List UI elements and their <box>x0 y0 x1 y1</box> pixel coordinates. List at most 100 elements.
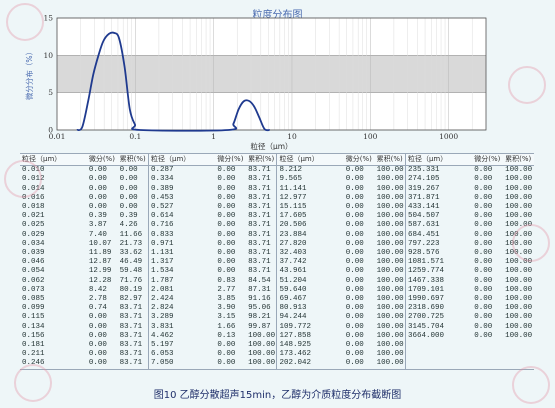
table-cell: 2.824 <box>147 304 216 314</box>
table-cell: 0.039 <box>22 249 45 258</box>
table-cell: 0.00 <box>474 331 493 340</box>
table-cell: 0.00 <box>345 203 364 212</box>
table-cell: 83.71 <box>248 175 271 184</box>
table-cell: 100.00 <box>376 239 404 248</box>
table-cell: 0.00 <box>217 350 236 359</box>
y-tick-label: 0 <box>48 126 53 135</box>
table-cell: 0.00 <box>345 249 364 258</box>
table-cell: 0.00 <box>474 230 493 239</box>
table-cell: 371.871 <box>404 193 473 204</box>
table-cell: 100.00 <box>376 341 404 350</box>
table-row: 0.014 0.00 0.00 0.389 0.00 83.71 11.141 0.00 100… <box>20 184 534 194</box>
table-cell: 0.00 <box>474 267 493 276</box>
table-header-row: 粒径（μm） 微分(%) 累积(%) 粒径（μm） 微分(%) 累积(%) 粒径（μm） 微分… <box>20 152 534 167</box>
table-cell: 504.507 <box>404 212 473 222</box>
table-header-cell: 粒径（μm） <box>404 152 473 167</box>
table-cell: 0.00 <box>217 239 236 248</box>
table-cell: 83.71 <box>119 331 143 340</box>
table-cell: 2.78 <box>88 295 107 304</box>
table-cell: 0.453 <box>147 193 216 204</box>
table-cell: 0.00 <box>86 359 118 370</box>
table-cell: 100.00 <box>505 184 533 193</box>
table-cell: 83.71 <box>248 249 271 258</box>
table-cell: 20.506 <box>276 221 344 231</box>
table-row: 0.115 0.00 83.71 3.289 3.15 98.21 94.244 0.00 10… <box>20 313 534 323</box>
table-cell: 0.83 <box>217 276 236 285</box>
table-cell: 100.00 <box>376 322 404 331</box>
table-cell: 100.00 <box>376 184 404 193</box>
table-cell: 4.26 <box>119 221 138 230</box>
table-cell: 0.00 <box>217 193 236 202</box>
table-row: 0.054 12.99 59.48 1.534 0.00 83.71 43.961 0.00 1… <box>20 267 534 277</box>
table-cell: 0.00 <box>345 341 364 350</box>
table-cell: 2.081 <box>147 285 216 296</box>
table-row: 0.246 0.00 83.71 7.050 0.00 100.00 202.042 0.00… <box>20 359 534 370</box>
watermark-stamp-icon <box>6 3 44 41</box>
page: 粒度分布图 0.01 0.1 1 10 100 1000 0 5 10 15 粒径（μm） 微分分布（… <box>0 0 555 408</box>
table-cell: 0.971 <box>147 239 216 250</box>
table-cell: 0.00 <box>88 184 107 193</box>
table-cell: 59.48 <box>119 267 143 276</box>
table-cell: 59.640 <box>276 285 344 296</box>
watermark-stamp-icon <box>512 366 550 404</box>
table-cell: 100.00 <box>376 304 404 313</box>
table-cell: 0.00 <box>119 193 138 202</box>
y-axis-label: 微分分布（%） <box>24 48 34 100</box>
table-cell: 83.71 <box>248 203 271 212</box>
table-cell: 3.15 <box>217 313 236 322</box>
table-cell: 587.631 <box>404 221 473 231</box>
table-cell: 0.00 <box>217 203 236 212</box>
table-cell: 100.00 <box>376 230 404 239</box>
table-row: 0.034 10.07 21.73 0.971 0.00 83.71 27.820 0.00 1… <box>20 239 534 250</box>
table-cell: 0.00 <box>345 267 364 276</box>
table-cell: 33.62 <box>119 249 143 258</box>
table-cell: 0.00 <box>474 313 493 322</box>
table-cell: 95.06 <box>248 304 271 313</box>
table-cell: 0.00 <box>345 331 364 340</box>
table-cell: 274.105 <box>404 175 473 185</box>
table-cell: 100.00 <box>505 212 533 221</box>
table-header-cell: 累积(%) <box>503 152 534 167</box>
y-tick-label: 10 <box>43 51 53 60</box>
table-cell: 0.021 <box>22 212 45 221</box>
table-cell: 100.00 <box>376 166 404 175</box>
table-cell: 0.00 <box>88 341 107 350</box>
table-cell: 0.39 <box>119 212 138 221</box>
table-header-cell: 累积(%) <box>246 152 277 167</box>
table-cell: 0.00 <box>345 322 364 331</box>
table-cell: 0.025 <box>22 221 45 230</box>
table-cell: 0.046 <box>22 258 45 267</box>
table-cell: 100.00 <box>505 331 533 340</box>
table-cell: 51.204 <box>276 276 344 286</box>
table-cell: 99.87 <box>248 322 271 331</box>
watermark-stamp-icon <box>4 160 42 198</box>
x-tick-label: 1 <box>211 132 216 141</box>
table-cell: 91.16 <box>248 295 271 304</box>
table-cell: 100.00 <box>376 203 404 212</box>
table-cell: 0.00 <box>345 239 364 248</box>
table-cell: 0.00 <box>119 184 138 193</box>
table-cell: 0.00 <box>88 331 107 340</box>
table-cell: 83.71 <box>248 193 271 202</box>
table-cell: 80.913 <box>276 304 344 314</box>
table-header-cell: 累积(%) <box>374 152 406 167</box>
table-cell: 3.87 <box>88 221 107 230</box>
table-header-cell: 微分(%) <box>472 152 504 167</box>
table-cell: 0.00 <box>345 212 364 221</box>
table-header-cell: 微分(%) <box>343 152 375 167</box>
table-cell: 23.884 <box>276 230 344 240</box>
table-cell: 100.00 <box>248 331 276 340</box>
table-cell: 148.925 <box>276 341 344 351</box>
table-cell: 100.00 <box>505 313 533 322</box>
table-row: 0.039 11.89 33.62 1.131 0.00 83.71 32.403 0.00 1… <box>20 249 534 259</box>
figure-caption: 图10 乙醇分散超声15min，乙醇为介质粒度分布截断图 <box>153 390 402 401</box>
table-cell: 3664.000 <box>404 331 473 342</box>
table-cell: 100.00 <box>374 359 406 370</box>
table-cell: 1990.697 <box>404 295 473 305</box>
table-cell: 0.334 <box>147 175 216 185</box>
table-cell: 83.71 <box>248 166 271 175</box>
table-cell: 80.19 <box>119 285 143 294</box>
table-cell: 11.89 <box>88 249 112 258</box>
table-cell: 12.99 <box>88 267 112 276</box>
table-cell: 0.029 <box>22 230 45 239</box>
